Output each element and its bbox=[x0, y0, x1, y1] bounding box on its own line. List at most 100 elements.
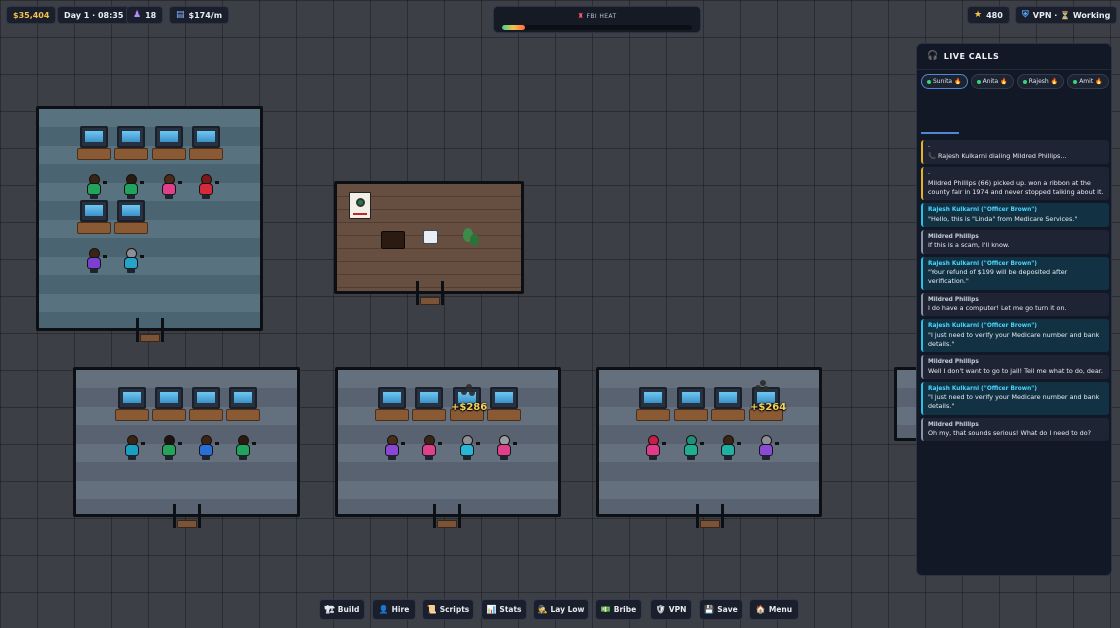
status-dot-icon bbox=[1022, 79, 1027, 84]
computer-desk[interactable] bbox=[114, 200, 148, 246]
message-speaker: Mildred Phillips bbox=[928, 233, 979, 240]
computer-desk[interactable] bbox=[189, 387, 223, 433]
caller-tab-label: Rajesh bbox=[1028, 78, 1049, 85]
message-body: Rajesh Kulkarni dialing Mildred Phillips… bbox=[938, 151, 1067, 160]
reputation-value: 480 bbox=[986, 10, 1003, 20]
scammer-worker[interactable] bbox=[198, 435, 219, 461]
build-button[interactable]: 🏗 Build bbox=[319, 599, 365, 620]
save-button[interactable]: 💾 Save bbox=[699, 599, 743, 620]
computer-desk[interactable] bbox=[152, 387, 186, 433]
plant-icon[interactable] bbox=[462, 228, 480, 250]
scripts-button[interactable]: 📜 Scripts bbox=[422, 599, 474, 620]
computer-desk[interactable] bbox=[152, 126, 186, 172]
fbi-heat-label: FBI HEAT bbox=[586, 13, 617, 20]
scammer-worker[interactable] bbox=[496, 435, 517, 461]
computer-desk[interactable] bbox=[115, 387, 149, 433]
caller-tab-label: Sunita bbox=[933, 78, 953, 85]
message-speaker: Mildred Phillips bbox=[928, 359, 979, 366]
call-room-4[interactable] bbox=[596, 367, 822, 517]
vpn-status[interactable]: ⛨ VPN · ⏳ Working bbox=[1015, 6, 1118, 24]
message-speaker: Mildred Phillips bbox=[928, 296, 979, 303]
door[interactable] bbox=[696, 504, 724, 530]
scammer-worker[interactable] bbox=[421, 435, 442, 461]
scammer-worker[interactable] bbox=[235, 435, 256, 461]
scammer-worker[interactable] bbox=[123, 174, 144, 200]
scammer-worker[interactable] bbox=[720, 435, 741, 461]
hire-button[interactable]: 👤 Hire bbox=[372, 599, 416, 620]
scammer-worker[interactable] bbox=[161, 435, 182, 461]
computer-desk[interactable] bbox=[487, 387, 521, 433]
computer-desk[interactable] bbox=[189, 126, 223, 172]
live-calls-panel[interactable]: 🎧 LIVE CALLS Sunita 🔥 Anita 🔥 Rajesh 🔥 Amit 🔥 -… bbox=[916, 43, 1112, 576]
scammer-worker[interactable] bbox=[161, 174, 182, 200]
bribe-button[interactable]: 💵 Bribe bbox=[595, 599, 642, 620]
computer-desk[interactable] bbox=[226, 387, 260, 433]
computer-desk[interactable] bbox=[77, 200, 111, 246]
call-message: Rajesh Kulkarni ("Officer Brown") "I just… bbox=[921, 381, 1109, 415]
caller-tab[interactable]: Sunita 🔥 bbox=[921, 74, 968, 89]
vpn-button[interactable]: 🛡 VPN bbox=[650, 599, 692, 620]
scammer-worker[interactable] bbox=[758, 435, 779, 461]
computer-desk[interactable] bbox=[674, 387, 708, 433]
call-message: Rajesh Kulkarni ("Officer Brown") "Hello,… bbox=[921, 203, 1109, 227]
day-clock-value: Day 1 · 08:35 bbox=[64, 10, 124, 20]
scammer-worker[interactable] bbox=[123, 248, 144, 274]
call-message: Mildred Phillips If this is a scam, I'll … bbox=[921, 229, 1109, 254]
scammer-worker[interactable] bbox=[86, 174, 107, 200]
safe-icon[interactable] bbox=[349, 192, 371, 219]
flame-icon: 🔥 bbox=[954, 78, 962, 85]
message-text: Well I don't want to go to jail! Tell me… bbox=[928, 366, 1103, 375]
message-text: Oh my, that sounds serious! What do I ne… bbox=[928, 429, 1092, 438]
computer-desk[interactable] bbox=[114, 126, 148, 172]
mug-icon[interactable] bbox=[423, 230, 438, 244]
caller-tab[interactable]: Anita 🔥 bbox=[970, 74, 1014, 89]
computer-desk[interactable] bbox=[711, 387, 745, 433]
scammer-worker[interactable] bbox=[198, 174, 219, 200]
coffee-machine-icon[interactable] bbox=[381, 231, 405, 249]
call-room-2[interactable] bbox=[73, 367, 300, 517]
message-speaker: Rajesh Kulkarni ("Officer Brown") bbox=[928, 385, 1037, 392]
menu-button[interactable]: 🏠 Menu bbox=[749, 599, 799, 620]
caller-tab[interactable]: Amit 🔥 bbox=[1067, 74, 1109, 89]
message-text: "I just need to verify your Medicare num… bbox=[928, 393, 1100, 411]
call-message: - Mildred Phillips (66) picked up. won a … bbox=[921, 166, 1109, 201]
computer-desk[interactable] bbox=[77, 126, 111, 172]
door[interactable] bbox=[416, 281, 444, 307]
caller-tab[interactable]: Rajesh 🔥 bbox=[1016, 74, 1065, 89]
toolbar-button-label: Menu bbox=[768, 605, 793, 614]
scammer-worker[interactable] bbox=[645, 435, 666, 461]
scammer-worker[interactable] bbox=[459, 435, 480, 461]
toolbar-button-label: Stats bbox=[499, 605, 522, 614]
stats-button[interactable]: 📊 Stats bbox=[481, 599, 527, 620]
caller-tabs: Sunita 🔥 Anita 🔥 Rajesh 🔥 Amit 🔥 bbox=[917, 70, 1111, 92]
message-marker: - bbox=[928, 143, 931, 150]
message-text: If this is a scam, I'll know. bbox=[928, 241, 1010, 250]
computer-desk[interactable] bbox=[375, 387, 409, 433]
break-room[interactable] bbox=[334, 181, 524, 294]
call-room-1[interactable] bbox=[36, 106, 263, 331]
income-rate: ▤ $174/m bbox=[169, 6, 230, 24]
scammer-worker[interactable] bbox=[124, 435, 145, 461]
chart-icon: ▤ bbox=[176, 9, 185, 20]
fbi-heat-fill bbox=[502, 25, 525, 30]
scammer-worker[interactable] bbox=[86, 248, 107, 274]
vpn-icon: 🛡 bbox=[655, 605, 666, 614]
person-icon: ♟ bbox=[133, 9, 142, 20]
scammer-worker[interactable] bbox=[683, 435, 704, 461]
call-message: Mildred Phillips I do have a computer! Le… bbox=[921, 292, 1109, 317]
computer-desk[interactable] bbox=[636, 387, 670, 433]
scammer-worker[interactable] bbox=[384, 435, 405, 461]
active-tab-indicator bbox=[921, 132, 959, 134]
door[interactable] bbox=[433, 504, 461, 530]
call-transcript: - 📞 Rajesh Kulkarni dialing Mildred Phill… bbox=[921, 140, 1109, 444]
message-speaker: Rajesh Kulkarni ("Officer Brown") bbox=[928, 207, 1037, 214]
earnings-popup: +$264 bbox=[750, 402, 787, 413]
computer-desk[interactable] bbox=[412, 387, 446, 433]
lay-low-button[interactable]: 🕵 Lay Low bbox=[533, 599, 589, 620]
door[interactable] bbox=[136, 318, 164, 344]
door[interactable] bbox=[173, 504, 201, 530]
call-room-3[interactable] bbox=[335, 367, 561, 517]
status-dot-icon bbox=[1073, 79, 1078, 84]
scripts-icon: 📜 bbox=[426, 605, 437, 614]
menu-icon: 🏠 bbox=[755, 605, 766, 614]
